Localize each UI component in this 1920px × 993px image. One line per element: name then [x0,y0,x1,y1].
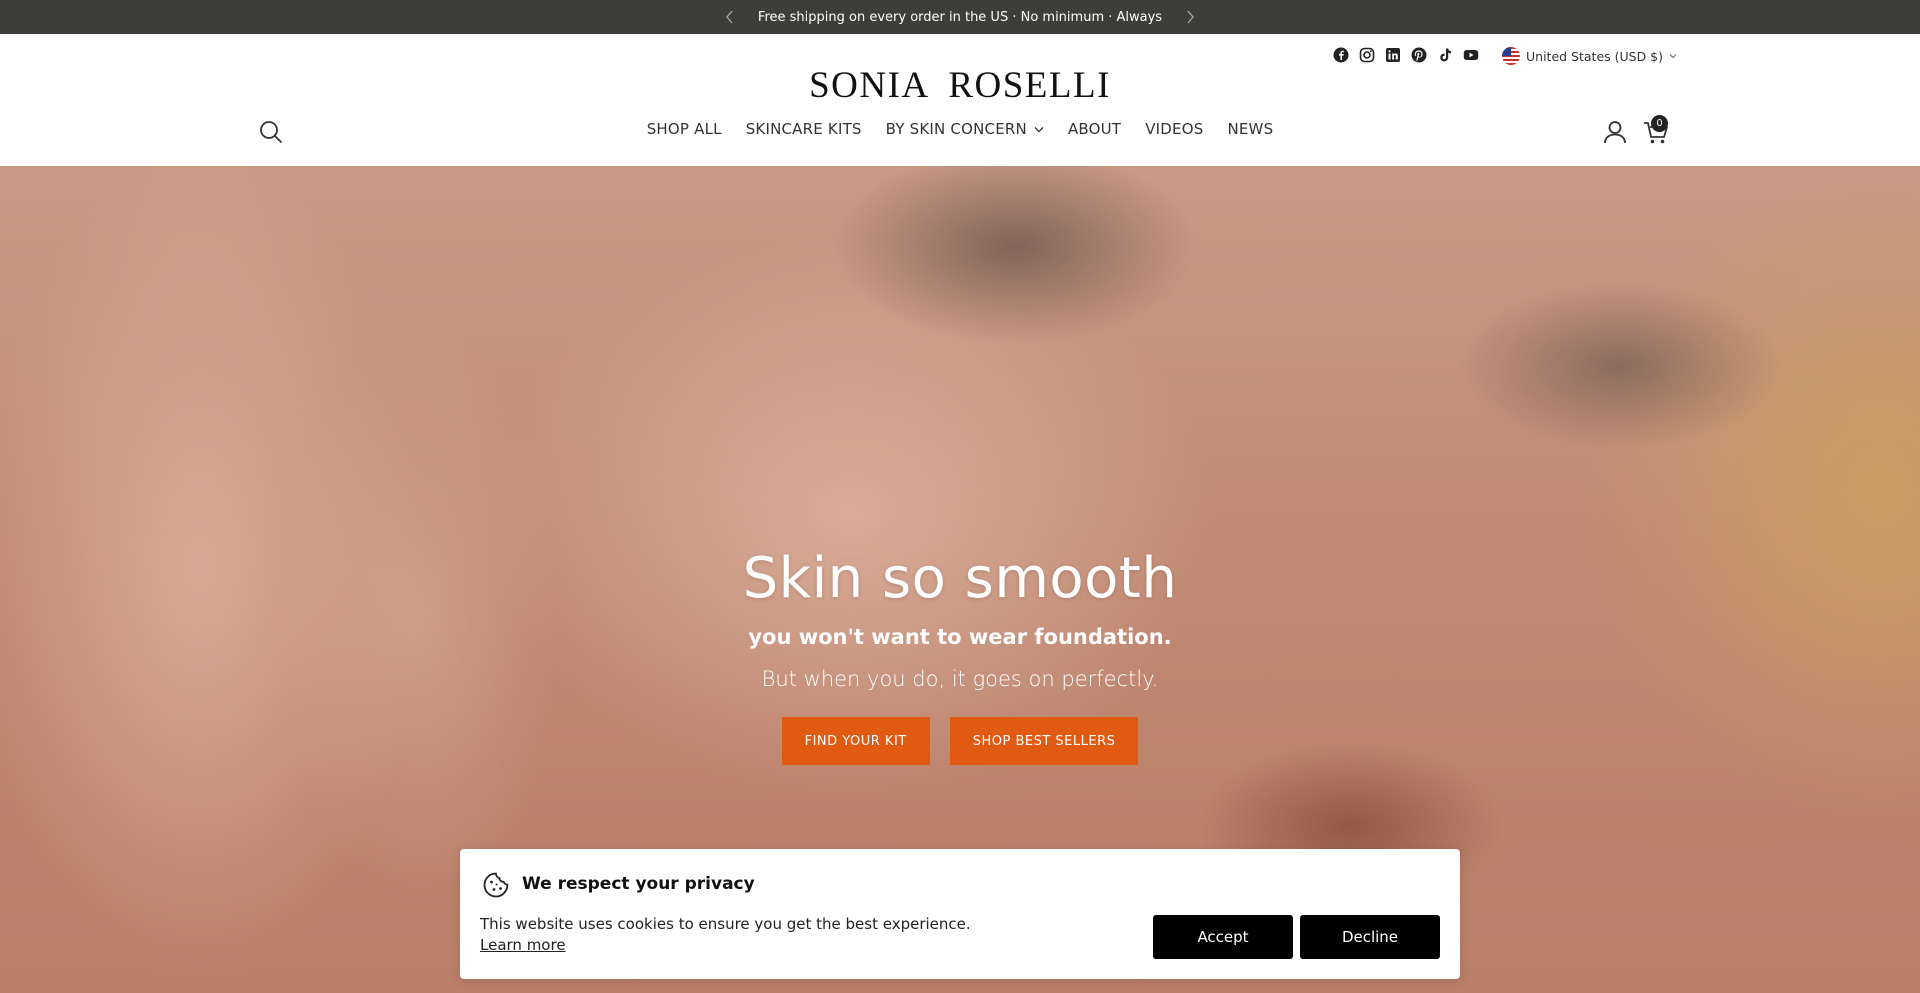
cookie-title: We respect your privacy [522,874,755,894]
find-your-kit-button[interactable]: FIND YOUR KIT [781,717,930,765]
nav-shop-all[interactable]: SHOP ALL [635,120,734,138]
us-flag-icon [1502,47,1520,65]
nav-skincare-kits[interactable]: SKINCARE KITS [734,120,874,138]
instagram-icon[interactable] [1359,47,1375,63]
hero-subtitle: you won't want to wear foundation. [748,625,1172,649]
hero-buttons: FIND YOUR KIT SHOP BEST SELLERS [0,717,1920,765]
announcement-next-button[interactable] [1178,0,1202,34]
country-label: United States (USD $) [1526,48,1664,64]
country-selector[interactable]: United States (USD $) [1502,47,1677,65]
account-icon[interactable] [1602,119,1628,145]
hero-text: Skin so smooth you won't want to wear fo… [0,546,1920,691]
cookie-banner: We respect your privacy This website use… [460,849,1460,979]
decline-button[interactable]: Decline [1300,915,1440,959]
chevron-down-icon [1669,54,1677,59]
accept-button[interactable]: Accept [1153,915,1293,959]
youtube-icon[interactable] [1463,47,1479,63]
site-logo[interactable]: SONIA ROSELLI [0,64,1920,107]
chevron-left-icon [725,10,732,24]
nav-by-skin-concern[interactable]: BY SKIN CONCERN [874,120,1056,138]
cookie-text: This website uses cookies to ensure you … [480,915,971,933]
nav-news[interactable]: NEWS [1215,120,1285,138]
facebook-icon[interactable] [1333,47,1349,63]
cart-count-badge: 0 [1651,115,1668,132]
tiktok-icon[interactable] [1437,47,1453,63]
hero-title: Skin so smooth [742,546,1178,611]
shop-best-sellers-button[interactable]: SHOP BEST SELLERS [949,717,1139,765]
announcement-bar: Free shipping on every order in the US ·… [0,0,1920,34]
chevron-right-icon [1187,10,1194,24]
linkedin-icon[interactable] [1385,47,1401,63]
hero-tagline: But when you do, it goes on perfectly. [761,667,1159,691]
nav-about[interactable]: ABOUT [1056,120,1133,138]
social-links [1333,47,1479,63]
chevron-down-icon [1034,126,1044,132]
announcement-prev-button[interactable] [717,0,741,34]
pinterest-icon[interactable] [1411,47,1427,63]
main-nav: SHOP ALL SKINCARE KITS BY SKIN CONCERN A… [0,120,1920,138]
cookie-icon [483,872,509,898]
learn-more-link[interactable]: Learn more [480,936,566,954]
nav-videos[interactable]: VIDEOS [1133,120,1215,138]
announcement-text: Free shipping on every order in the US ·… [757,9,1163,25]
site-header: SONIA ROSELLI United States (USD $) SHOP… [0,34,1920,166]
